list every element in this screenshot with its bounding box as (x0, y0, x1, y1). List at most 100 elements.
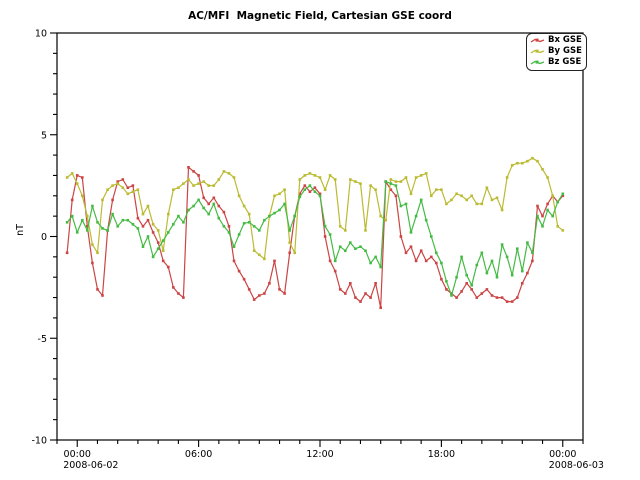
series-marker (233, 176, 236, 179)
series-marker (86, 229, 89, 232)
series-marker (400, 205, 403, 208)
series-marker (516, 296, 519, 299)
series-marker (536, 205, 539, 208)
series-marker (415, 260, 418, 263)
series-marker (481, 203, 484, 206)
series-marker (546, 203, 549, 206)
series-marker (314, 186, 317, 189)
series-marker (526, 160, 529, 163)
series-marker (415, 215, 418, 218)
series-marker (390, 178, 393, 181)
series-marker (202, 207, 205, 210)
series-marker (293, 252, 296, 255)
series-marker (364, 229, 367, 232)
legend: Bx GSE By GSE Bz GSE (526, 33, 587, 71)
series-marker (106, 229, 109, 232)
series-marker (400, 235, 403, 238)
series-marker (354, 180, 357, 183)
series-marker (273, 212, 276, 215)
series-marker (546, 176, 549, 179)
series-marker (531, 260, 534, 263)
series-marker (405, 176, 408, 179)
legend-item-by: By GSE (530, 46, 582, 57)
series-marker (278, 193, 281, 196)
series-marker (157, 247, 160, 250)
series-marker (329, 260, 332, 263)
series-marker (91, 205, 94, 208)
series-marker (496, 276, 499, 279)
series-marker (521, 162, 524, 165)
series-marker (531, 252, 534, 255)
series-marker (445, 288, 448, 291)
series-marker (228, 172, 231, 175)
series-marker (541, 168, 544, 171)
series-marker (96, 288, 99, 291)
series-marker (187, 209, 190, 212)
series-marker (374, 188, 377, 191)
series-marker (147, 219, 150, 222)
series-marker (506, 256, 509, 259)
x-tick-label: 12:00 (306, 449, 333, 460)
series-marker (369, 262, 372, 265)
y-tick-label: -5 (38, 334, 47, 345)
series-marker (319, 176, 322, 179)
series-marker (207, 213, 210, 216)
series-marker (116, 225, 119, 228)
series-marker (248, 213, 251, 216)
series-marker (349, 282, 352, 285)
series-marker (506, 300, 509, 303)
series-marker (283, 203, 286, 206)
x-tick-label: 00:00 (549, 449, 576, 460)
series-marker (137, 217, 140, 220)
series-marker (435, 252, 438, 255)
series-marker (167, 231, 170, 234)
series-marker (349, 178, 352, 181)
series-marker (460, 256, 463, 259)
series-marker (541, 215, 544, 218)
series-marker (450, 294, 453, 297)
series-marker (521, 270, 524, 273)
series-line-bz-gse (67, 182, 563, 296)
legend-item-bz: Bz GSE (530, 57, 582, 68)
series-marker (253, 298, 256, 301)
series-marker (324, 188, 327, 191)
series-marker (491, 294, 494, 297)
series-marker (238, 195, 241, 198)
series-marker (122, 186, 125, 189)
plot-canvas: -10-5051000:0006:0012:0018:0000:002008-0… (0, 0, 640, 480)
series-marker (172, 223, 175, 226)
series-marker (288, 241, 291, 244)
series-marker (501, 243, 504, 246)
series-marker (369, 184, 372, 187)
series-marker (450, 199, 453, 202)
series-marker (218, 205, 221, 208)
series-marker (81, 195, 84, 198)
series-marker (309, 190, 312, 193)
series-marker (76, 174, 79, 177)
series-marker (324, 225, 327, 228)
legend-item-bx: Bx GSE (530, 35, 582, 46)
series-marker (233, 260, 236, 263)
series-marker (476, 264, 479, 267)
series-marker (506, 176, 509, 179)
series-marker (354, 296, 357, 299)
series-marker (374, 282, 377, 285)
series-marker (177, 186, 180, 189)
series-marker (258, 254, 261, 257)
series-marker (359, 300, 362, 303)
series-marker (202, 180, 205, 183)
series-marker (127, 193, 130, 196)
series-marker (197, 174, 200, 177)
legend-label-bx: Bx GSE (548, 35, 582, 46)
series-line-by-gse (67, 158, 563, 259)
series-marker (395, 195, 398, 198)
bx-series-marker-icon (530, 36, 545, 45)
series-marker (76, 182, 79, 185)
series-marker (425, 260, 428, 263)
series-marker (116, 182, 119, 185)
series-marker (81, 176, 84, 179)
series-marker (455, 193, 458, 196)
series-marker (71, 172, 74, 175)
series-marker (562, 193, 565, 196)
series-marker (556, 225, 559, 228)
